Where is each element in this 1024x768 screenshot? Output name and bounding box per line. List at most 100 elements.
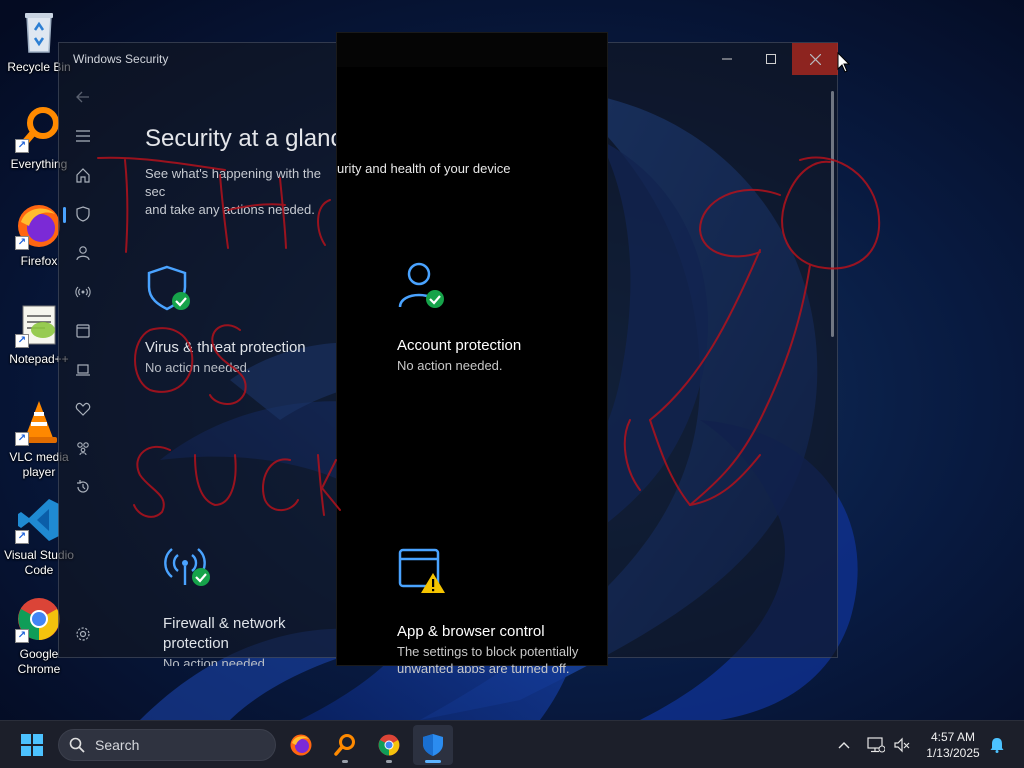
page-subtitle-continued: urity and health of your device	[337, 161, 511, 176]
taskbar-search-box[interactable]: Search	[58, 729, 276, 761]
desktop-icon-label: Firefox	[20, 254, 58, 268]
minimize-button[interactable]	[704, 43, 750, 75]
start-icon	[21, 734, 43, 756]
bell-icon	[990, 738, 1004, 753]
nav-firewall[interactable]	[69, 278, 97, 306]
shortcut-arrow-icon: ↗	[15, 139, 29, 153]
history-icon	[77, 480, 89, 493]
shield-check-icon	[147, 265, 190, 311]
menu-icon	[76, 130, 90, 142]
window-title: Windows Security	[73, 52, 169, 66]
page-subtitle-line1: See what's happening with the sec	[145, 166, 321, 199]
chrome-icon: ↗	[15, 595, 63, 643]
laptop-icon	[76, 364, 90, 376]
close-icon	[809, 53, 821, 65]
card-status: No action needed.	[163, 656, 269, 666]
card-title: Account protection	[397, 337, 522, 354]
everything-search-icon	[334, 734, 355, 756]
person-check-icon	[398, 262, 444, 308]
taskbar-clock[interactable]: 4:57 AM 1/13/2025	[918, 729, 988, 761]
page-subtitle: See what's happening with the sec and ta…	[145, 165, 335, 219]
nav-settings[interactable]	[69, 620, 97, 648]
card-title: Virus & threat protection	[145, 339, 306, 356]
nav-virus-protection[interactable]	[69, 200, 97, 228]
scrollbar[interactable]	[831, 91, 834, 337]
home-icon	[76, 168, 90, 183]
start-button[interactable]	[12, 725, 52, 765]
family-icon	[77, 442, 89, 456]
clock-date: 1/13/2025	[926, 746, 980, 760]
navigation-rail	[59, 83, 107, 653]
running-indicator	[425, 760, 441, 763]
volume-button[interactable]	[890, 731, 914, 759]
nav-device-security[interactable]	[69, 356, 97, 384]
search-label: Search	[95, 737, 140, 753]
maximize-button[interactable]	[748, 43, 794, 75]
overlay-panel[interactable]: urity and health of your device Account …	[336, 32, 608, 673]
running-indicator	[342, 760, 348, 763]
maximize-icon	[766, 54, 776, 64]
shortcut-arrow-icon: ↗	[15, 530, 29, 544]
search-icon	[69, 737, 85, 753]
shortcut-arrow-icon: ↗	[15, 432, 29, 446]
card-title: Firewall & network protection	[163, 615, 286, 652]
app-browser-icon	[76, 324, 90, 338]
card-status: No action needed.	[397, 358, 503, 373]
nav-protection-history[interactable]	[69, 473, 97, 501]
menu-button[interactable]	[69, 122, 97, 150]
back-button[interactable]	[69, 83, 97, 111]
card-title: App & browser control	[397, 623, 545, 640]
windows-security-icon	[423, 734, 443, 756]
taskbar-firefox[interactable]	[281, 725, 321, 765]
nav-device-health[interactable]	[69, 395, 97, 423]
settings-icon	[76, 627, 90, 641]
taskbar: Search 4:57 AM 1/13/2025	[0, 720, 1024, 768]
taskbar-everything[interactable]	[325, 725, 365, 765]
page-subtitle-line2: and take any actions needed.	[145, 202, 315, 217]
firefox-icon: ↗	[15, 202, 63, 250]
card-status: The settings to block potentially unwant…	[397, 644, 579, 673]
page-title: Security at a glance	[145, 125, 356, 152]
heart-icon	[75, 402, 91, 416]
network-status-button[interactable]	[864, 731, 888, 759]
vscode-icon: ↗	[15, 496, 63, 544]
firefox-icon	[290, 734, 312, 756]
shortcut-arrow-icon: ↗	[15, 334, 29, 348]
nav-home[interactable]	[69, 161, 97, 189]
vlc-icon: ↗	[15, 398, 63, 446]
card-virus-threat-protection[interactable]: Virus & threat protection No action need…	[145, 263, 345, 375]
card-app-browser-control[interactable]: App & browser control The settings to bl…	[397, 547, 597, 673]
notifications-button[interactable]	[986, 731, 1008, 759]
app-warning-icon	[398, 548, 445, 593]
mouse-cursor-icon	[837, 52, 851, 73]
clock-time: 4:57 AM	[930, 730, 976, 744]
chevron-up-icon	[838, 742, 850, 749]
taskbar-windows-security[interactable]	[413, 725, 453, 765]
shortcut-arrow-icon: ↗	[15, 236, 29, 250]
show-hidden-icons-button[interactable]	[832, 731, 856, 759]
shield-icon	[76, 206, 90, 222]
notepad-plus-plus-icon: ↗	[15, 300, 63, 348]
chrome-icon	[378, 734, 400, 756]
overlay-top-strip	[337, 33, 607, 67]
person-icon	[76, 246, 90, 261]
back-arrow-icon	[76, 91, 89, 103]
close-button[interactable]	[792, 43, 838, 75]
card-firewall-network-protection[interactable]: Firewall & network protection No action …	[163, 543, 313, 666]
selected-indicator	[63, 207, 66, 223]
nav-family-options[interactable]	[69, 434, 97, 462]
recycle-bin-icon	[15, 8, 63, 56]
everything-search-icon: ↗	[15, 105, 63, 153]
card-account-protection[interactable]: Account protection No action needed.	[397, 261, 597, 374]
shortcut-arrow-icon: ↗	[15, 629, 29, 643]
network-icon	[867, 737, 885, 753]
nav-account-protection[interactable]	[69, 239, 97, 267]
minimize-icon	[722, 58, 732, 60]
wifi-check-icon	[164, 548, 210, 586]
nav-app-browser[interactable]	[69, 317, 97, 345]
taskbar-chrome[interactable]	[369, 725, 409, 765]
wifi-icon	[75, 286, 91, 298]
card-status: No action needed.	[145, 360, 251, 375]
running-indicator	[386, 760, 392, 763]
volume-muted-icon	[894, 737, 910, 753]
